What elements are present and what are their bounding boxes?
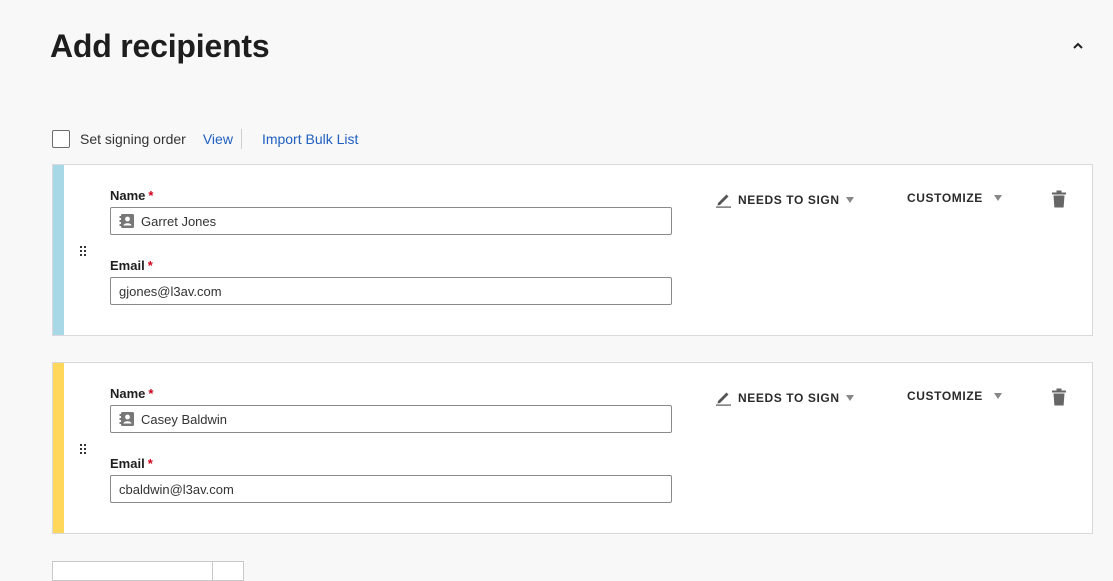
page-title: Add recipients — [50, 28, 270, 64]
link-divider — [240, 129, 242, 149]
role-label: NEEDS TO SIGN — [738, 390, 840, 405]
email-label: Email * — [110, 258, 153, 273]
drag-handle-icon[interactable] — [79, 245, 87, 259]
split-button-divider — [212, 562, 213, 580]
import-bulk-list-link[interactable]: Import Bulk List — [262, 131, 358, 147]
recipient-card: Name * Casey Baldwin Email * cbaldwin@l3av… — [52, 362, 1093, 534]
name-input[interactable]: Casey Baldwin — [110, 405, 672, 433]
add-recipient-split-button[interactable] — [52, 561, 244, 581]
name-label: Name * — [110, 188, 154, 203]
customize-label: CUSTOMIZE — [907, 389, 983, 403]
recipient-card: Name * Garret Jones Email * gjones@l3av.co… — [52, 164, 1093, 336]
customize-dropdown[interactable]: CUSTOMIZE — [907, 191, 1002, 205]
name-input[interactable]: Garret Jones — [110, 207, 672, 235]
recipient-color-bar — [53, 363, 64, 533]
pen-icon — [715, 389, 732, 406]
email-input[interactable]: cbaldwin@l3av.com — [110, 475, 672, 503]
required-marker: * — [147, 258, 153, 273]
name-value: Garret Jones — [141, 213, 217, 229]
name-label: Name * — [110, 386, 154, 401]
recipient-options: Set signing order View Import Bulk List — [52, 128, 358, 150]
caret-down-icon — [993, 195, 1002, 201]
drag-handle-icon[interactable] — [79, 443, 87, 457]
email-input[interactable]: gjones@l3av.com — [110, 277, 672, 305]
contact-card-icon[interactable] — [119, 411, 135, 427]
role-dropdown[interactable]: NEEDS TO SIGN — [715, 389, 854, 406]
role-label: NEEDS TO SIGN — [738, 192, 840, 207]
pen-icon — [715, 191, 732, 208]
role-dropdown[interactable]: NEEDS TO SIGN — [715, 191, 854, 208]
required-marker: * — [148, 386, 154, 401]
caret-down-icon — [993, 393, 1002, 399]
email-label: Email * — [110, 456, 153, 471]
caret-down-icon — [845, 196, 854, 203]
name-value: Casey Baldwin — [141, 411, 227, 427]
view-link[interactable]: View — [203, 131, 233, 147]
caret-down-icon — [845, 394, 854, 401]
required-marker: * — [147, 456, 153, 471]
contact-card-icon[interactable] — [119, 213, 135, 229]
required-marker: * — [148, 188, 154, 203]
trash-icon[interactable] — [1051, 190, 1067, 208]
customize-dropdown[interactable]: CUSTOMIZE — [907, 389, 1002, 403]
email-value: cbaldwin@l3av.com — [119, 481, 234, 497]
customize-label: CUSTOMIZE — [907, 191, 983, 205]
collapse-section-button[interactable] — [1068, 36, 1088, 56]
signing-order-checkbox[interactable] — [52, 130, 70, 148]
signing-order-label: Set signing order — [80, 131, 186, 147]
email-value: gjones@l3av.com — [119, 283, 222, 299]
chevron-up-icon — [1073, 42, 1083, 49]
recipient-color-bar — [53, 165, 64, 335]
trash-icon[interactable] — [1051, 388, 1067, 406]
